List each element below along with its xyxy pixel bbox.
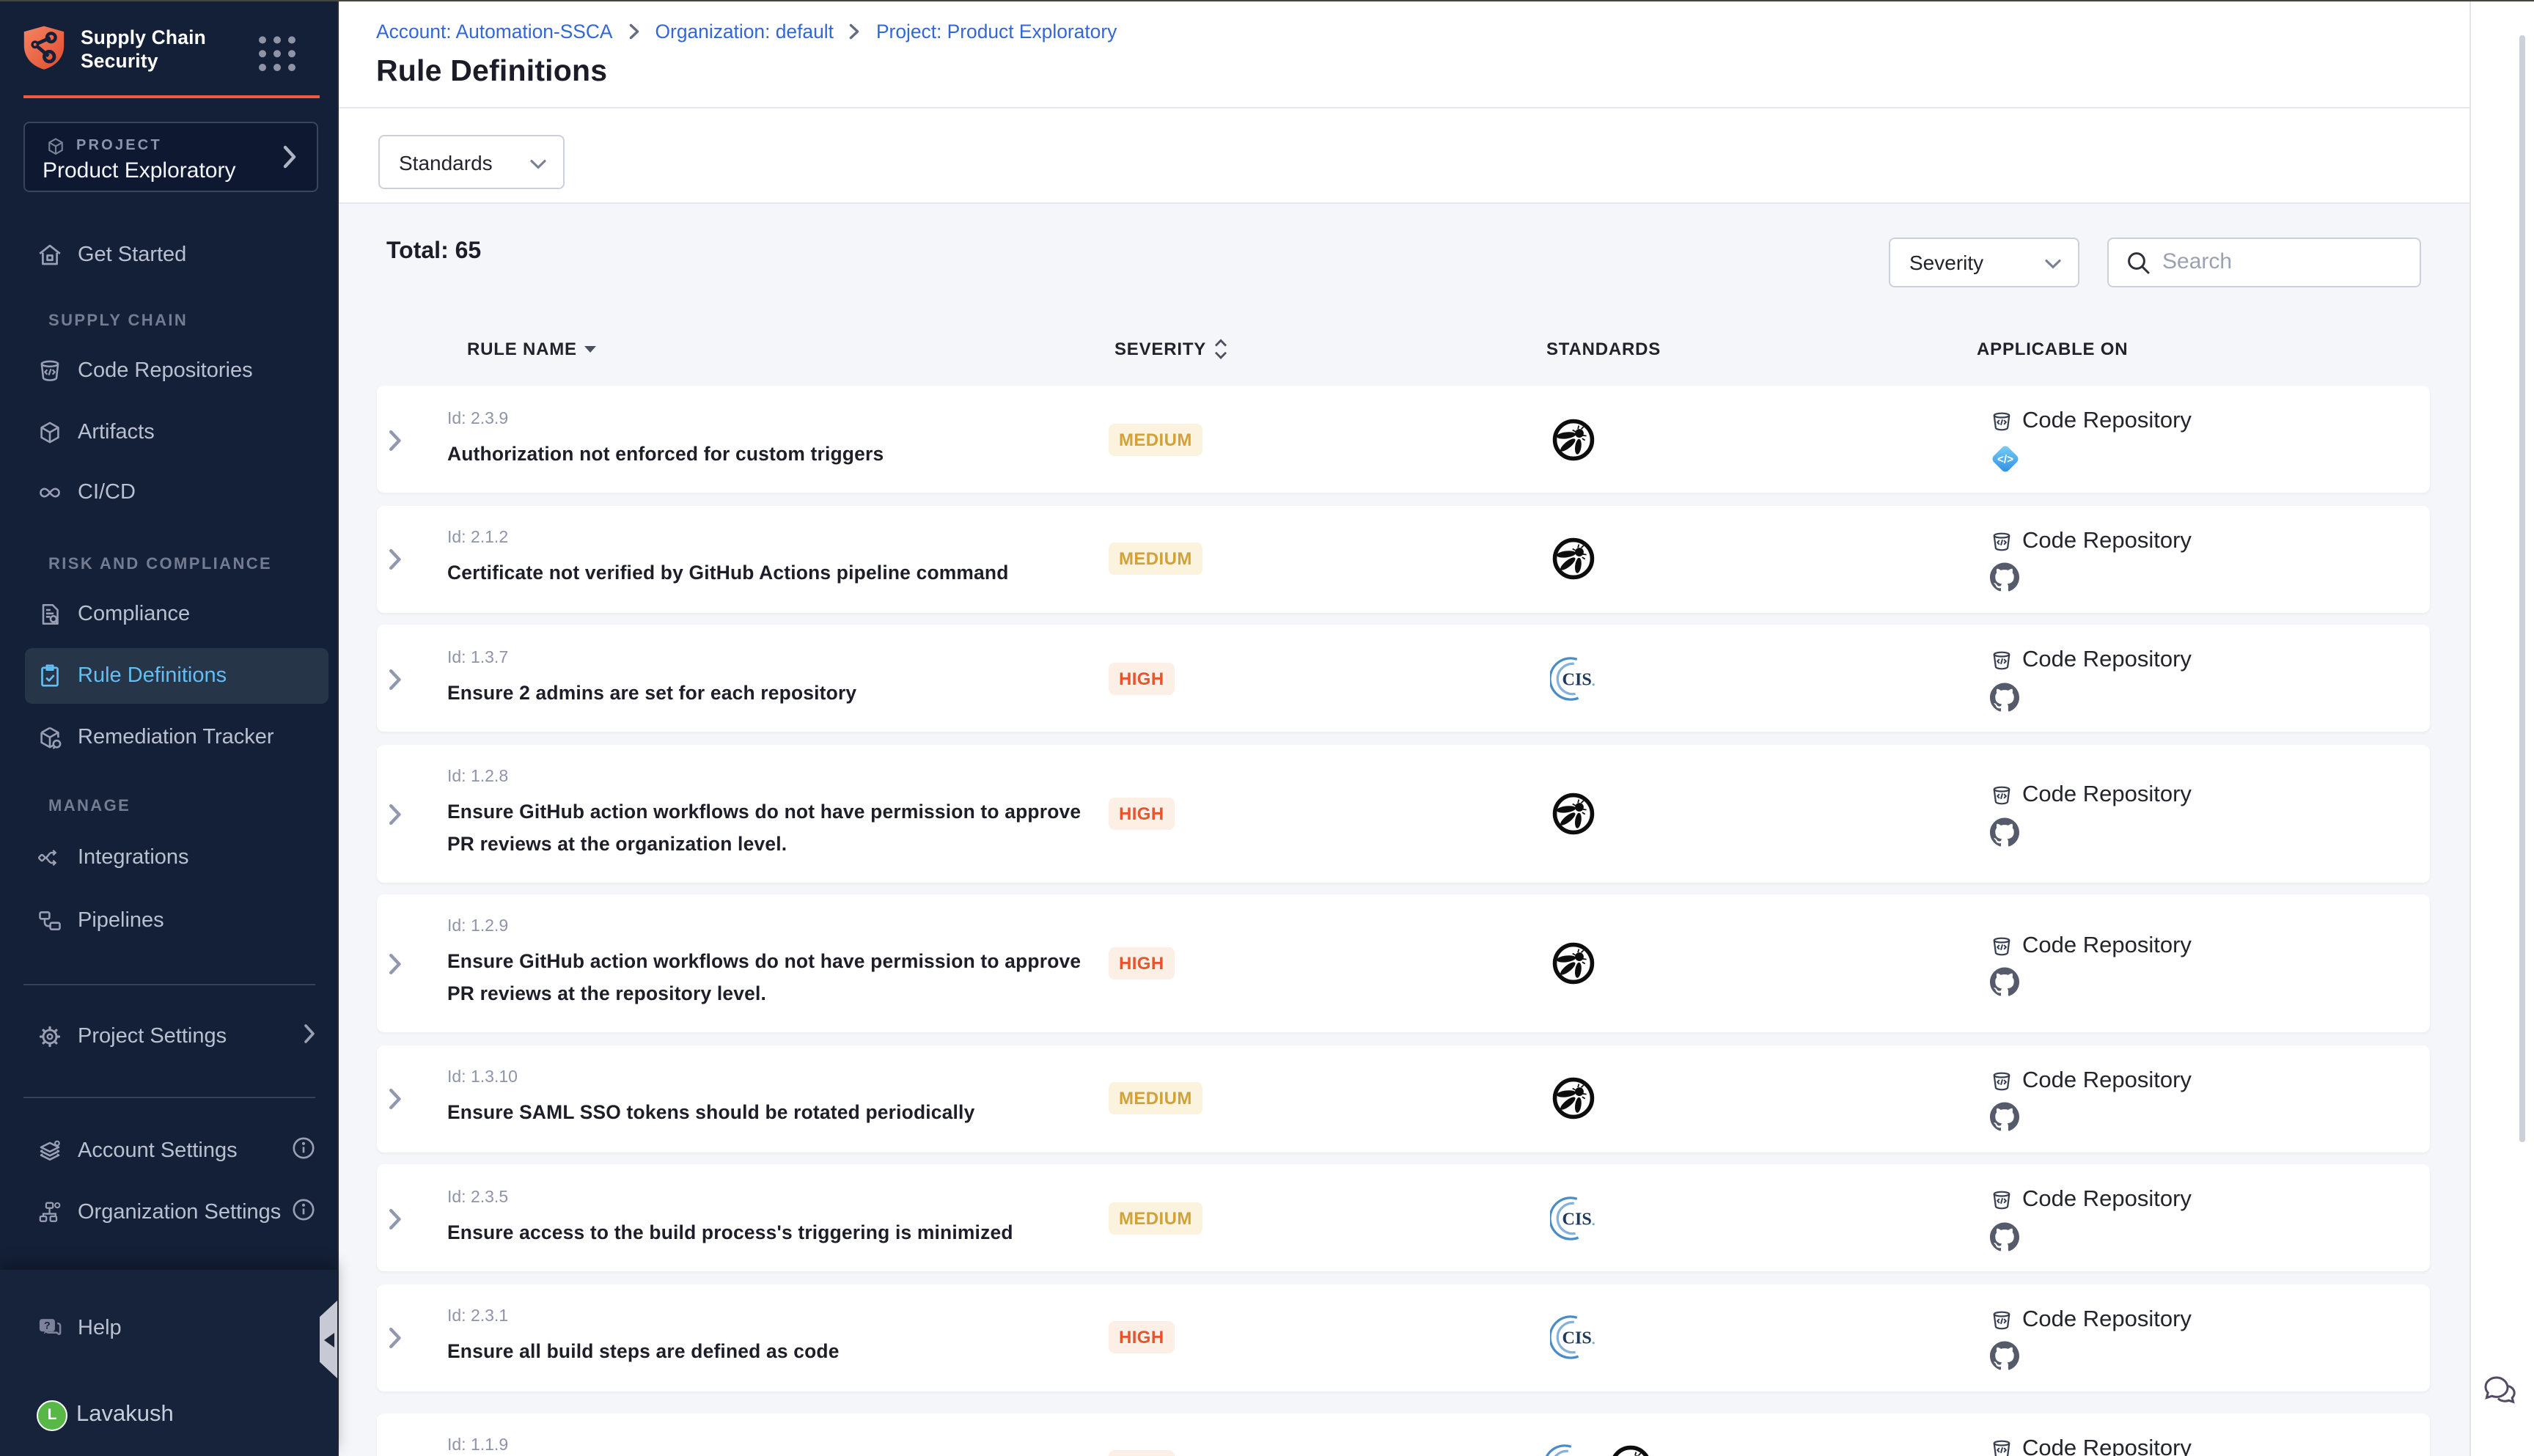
- svg-text:</>: </>: [1997, 453, 2013, 466]
- svg-text:CIS: CIS: [1562, 1209, 1591, 1229]
- svg-text:?: ?: [44, 1319, 51, 1331]
- svg-text:CIS: CIS: [1562, 1328, 1591, 1348]
- svg-text:CIS: CIS: [1562, 669, 1591, 689]
